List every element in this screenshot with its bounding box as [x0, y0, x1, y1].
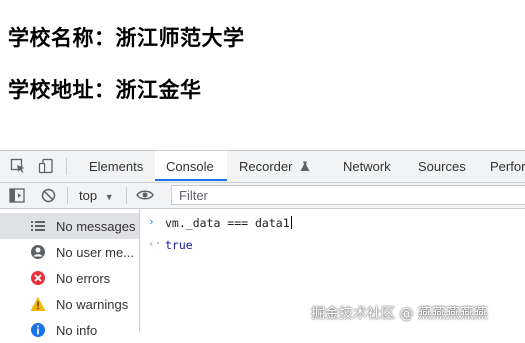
clear-console-icon[interactable] [41, 188, 56, 203]
page-content: 学校名称：浙江师范大学 学校地址：浙江金华 [0, 0, 525, 150]
tab-elements[interactable]: Elements [89, 151, 143, 182]
console-sidebar: No messages No user me... No errors No w… [0, 209, 140, 338]
sidebar-item-label: No messages [56, 219, 136, 234]
console-result-line: ‹· true [140, 233, 525, 255]
school-address-heading: 学校地址：浙江金华 [8, 78, 202, 102]
console-input-text: vm._data === data1 [165, 216, 290, 230]
tab-network[interactable]: Network [343, 151, 391, 182]
school-name-heading: 学校名称：浙江师范大学 [8, 26, 245, 50]
toolbar-separator [126, 187, 127, 204]
tab-recorder-label: Recorder [239, 159, 293, 174]
warning-icon [30, 297, 46, 311]
tab-performance[interactable]: Perfor [490, 151, 525, 182]
list-icon [31, 221, 45, 231]
toolbar-separator [67, 187, 68, 204]
output-prompt-icon: ‹· [148, 237, 162, 250]
sidebar-item-label: No errors [56, 271, 111, 286]
filter-input[interactable]: Filter [171, 185, 525, 205]
dropdown-arrow-icon: ▼ [104, 192, 114, 202]
watermark: 掘金技术社区 @ 燕燕燕燕燕 [311, 306, 488, 322]
user-icon [31, 245, 45, 259]
console-result-value: true [165, 238, 193, 252]
flask-icon [300, 161, 310, 171]
eye-icon[interactable] [136, 189, 154, 201]
context-label: top [79, 188, 98, 203]
sidebar-toggle-icon[interactable] [9, 188, 25, 203]
sidebar-item-info[interactable]: No info [0, 317, 139, 343]
console-input-code[interactable]: vm._data === data1 [165, 216, 292, 230]
tab-sources[interactable]: Sources [418, 151, 466, 182]
error-icon [31, 271, 45, 285]
sidebar-item-label: No user me... [56, 245, 135, 260]
console-input-line[interactable]: › vm._data === data1 [140, 211, 525, 233]
devtools-tabbar: Elements Console Recorder Network Source… [0, 151, 525, 183]
console-toolbar: top ▼ Filter [0, 183, 525, 209]
sidebar-item-warnings[interactable]: No warnings [0, 291, 139, 317]
sidebar-item-user-messages[interactable]: No user me... [0, 239, 139, 265]
sidebar-item-errors[interactable]: No errors [0, 265, 139, 291]
sidebar-item-messages[interactable]: No messages [0, 213, 139, 239]
input-prompt-icon: › [148, 215, 155, 228]
text-cursor [290, 216, 292, 229]
toolbar-separator [66, 158, 67, 175]
info-icon [31, 323, 45, 337]
device-toolbar-icon[interactable] [38, 158, 54, 174]
sidebar-item-label: No info [56, 323, 98, 338]
tab-console[interactable]: Console [155, 151, 227, 181]
sidebar-item-label: No warnings [56, 297, 129, 312]
tab-recorder[interactable]: Recorder [239, 151, 310, 182]
inspect-element-icon[interactable] [10, 158, 26, 174]
context-selector[interactable]: top ▼ [79, 188, 114, 203]
